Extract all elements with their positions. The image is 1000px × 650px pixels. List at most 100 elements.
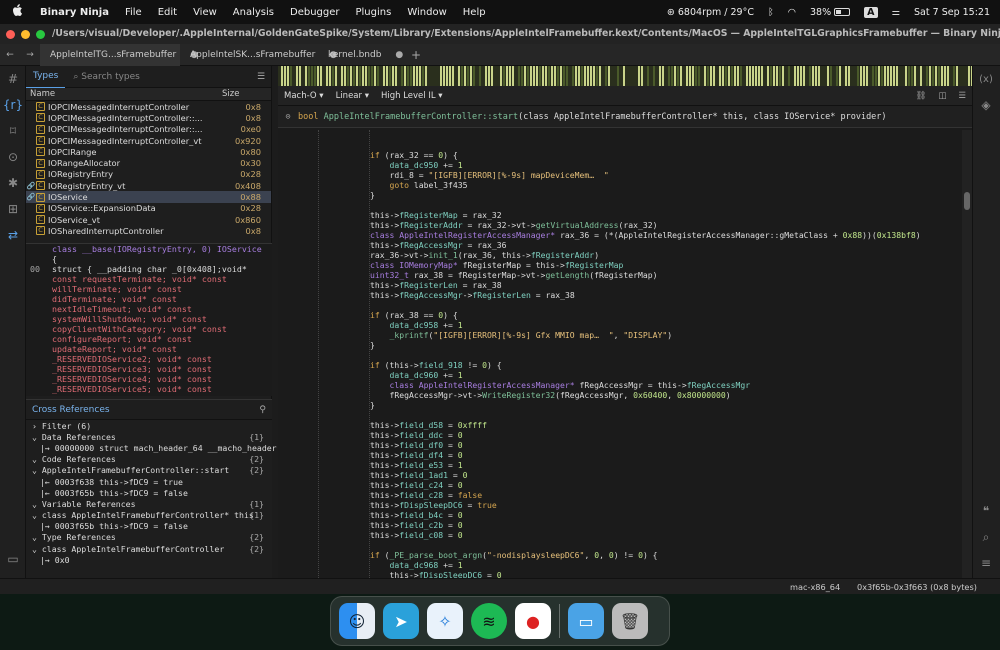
arch-status[interactable]: mac-x86_64 xyxy=(790,582,840,592)
view-menu-icon[interactable]: ☰ xyxy=(952,91,972,101)
folder-icon[interactable]: ▭ xyxy=(568,603,604,639)
xref-row[interactable]: ⌄ Type References {2} xyxy=(26,532,272,543)
type-row[interactable]: 🔗 C IOService 0x88 xyxy=(26,191,271,203)
cross-reference-icon[interactable]: ⇄ xyxy=(0,222,26,248)
tab-file-tgl[interactable]: AppleIntelTG...sFramebuffer ● xyxy=(40,43,198,66)
trash-icon[interactable]: 🗑 xyxy=(612,603,648,639)
xref-row[interactable]: › Filter (6) xyxy=(26,420,272,431)
bug-icon[interactable]: ✱ xyxy=(0,170,26,196)
apple-menu-icon[interactable] xyxy=(10,4,24,20)
type-row[interactable]: C IOSharedInterruptController 0x8 xyxy=(26,225,271,236)
clock[interactable]: Sat 7 Sep 15:21 xyxy=(914,7,990,18)
types-panel-title[interactable]: Types xyxy=(26,66,66,88)
menu-file[interactable]: File xyxy=(125,7,142,18)
hash-icon[interactable]: # xyxy=(0,66,26,92)
layers-icon[interactable]: ◈ xyxy=(973,92,999,118)
code-line[interactable] xyxy=(370,140,921,150)
zoom-window-button[interactable] xyxy=(36,29,45,39)
type-row[interactable]: C IOService_vt 0x860 xyxy=(26,214,271,225)
code-line[interactable]: this->field_c2b = 0 xyxy=(370,520,921,530)
menu-plugins[interactable]: Plugins xyxy=(356,7,392,18)
code-line[interactable] xyxy=(370,540,921,550)
code-line[interactable]: this->fRegisterMap = rax_32 xyxy=(370,210,921,220)
xref-row[interactable]: |← 0003f65b this->fDC9 = false xyxy=(26,487,272,498)
close-window-button[interactable] xyxy=(6,29,15,39)
code-line[interactable]: if (this->field_918 != 0) { xyxy=(370,360,921,370)
search-icon[interactable]: ⌕ xyxy=(973,524,999,550)
feature-map[interactable] xyxy=(278,66,972,86)
minimize-window-button[interactable] xyxy=(21,29,30,39)
code-line[interactable] xyxy=(370,200,921,210)
code-line[interactable]: class AppleIntelRegisterAccessManager* f… xyxy=(370,380,921,390)
code-line[interactable]: fRegAccessMgr->vt->WriteRegister32(fRegA… xyxy=(370,390,921,400)
type-row[interactable]: C IOPCIMessagedInterruptController 0x8 xyxy=(26,101,271,112)
input-source[interactable]: A xyxy=(864,6,878,18)
code-line[interactable]: this->fDispSleepDC6 = true xyxy=(370,500,921,510)
terminal-icon[interactable]: ▭ xyxy=(0,546,26,572)
telegram-icon[interactable]: ➤ xyxy=(383,603,419,639)
menu-debugger[interactable]: Debugger xyxy=(290,7,340,18)
bluetooth-icon[interactable]: ᛒ xyxy=(768,7,774,18)
menu-view[interactable]: View xyxy=(193,7,217,18)
finder-icon[interactable]: ☺ xyxy=(339,603,375,639)
tab-file-skl[interactable]: AppleIntelSK...sFramebuffer ● xyxy=(180,44,337,66)
code-line[interactable]: this->field_c24 = 0 xyxy=(370,480,921,490)
forward-arrow-icon[interactable]: → xyxy=(20,50,40,60)
xref-row[interactable]: |→ 0003f65b this->fDC9 = false xyxy=(26,521,272,532)
xref-row[interactable]: ⌄ class AppleIntelFramebufferController {… xyxy=(26,543,272,554)
col-size[interactable]: Size xyxy=(222,89,239,99)
xref-row[interactable]: ⌄ Variable References {1} xyxy=(26,498,272,509)
code-view[interactable]: if (rax_32 == 0) { data_dc950 += 1 rdi_8… xyxy=(278,130,962,594)
type-row[interactable]: C IOPCIMessagedInterruptController::... 0x… xyxy=(26,112,271,123)
type-row[interactable]: C IOPCIRange 0x80 xyxy=(26,146,271,157)
code-line[interactable]: this->field_b4c = 0 xyxy=(370,510,921,520)
code-line[interactable]: } xyxy=(370,190,921,200)
quote-icon[interactable]: ❝ xyxy=(973,498,999,524)
spotify-icon[interactable]: ≋ xyxy=(471,603,507,639)
tab-kernel[interactable]: kernel.bndb ● xyxy=(318,44,406,66)
location-pin-icon[interactable]: ⊙ xyxy=(0,144,26,170)
type-row[interactable]: C IOPCIMessagedInterruptController::... 0x… xyxy=(26,124,271,135)
code-line[interactable]: uint32_t rax_38 = fRegisterMap->vt->getL… xyxy=(370,270,921,280)
code-line[interactable]: this->field_df4 = 0 xyxy=(370,450,921,460)
code-line[interactable]: class IOMemoryMap* fRegisterMap = this->… xyxy=(370,260,921,270)
xref-row[interactable]: |← 0003f638 this->fDC9 = true xyxy=(26,476,272,487)
pin-icon[interactable]: ⚲ xyxy=(259,405,266,415)
menu-analysis[interactable]: Analysis xyxy=(233,7,274,18)
xref-row[interactable]: |→ 0x0 xyxy=(26,554,272,565)
type-row[interactable]: C IOService::ExpansionData 0x28 xyxy=(26,203,271,214)
vertical-scrollbar-thumb[interactable] xyxy=(964,192,970,210)
code-line[interactable]: _kprintf("[IGFB][ERROR][%-9s] Gfx MMIO m… xyxy=(370,330,921,340)
type-row[interactable]: C IOPCIMessagedInterruptController_vt 0x92… xyxy=(26,135,271,146)
split-view-icon[interactable]: ◫ xyxy=(932,91,952,101)
code-line[interactable]: data_dc960 += 1 xyxy=(370,370,921,380)
col-name[interactable]: Name xyxy=(30,89,222,99)
xref-row[interactable]: |→ 00000000 struct mach_header_64 __mach… xyxy=(26,442,277,453)
type-row[interactable]: C IORegistryEntry 0x28 xyxy=(26,169,271,180)
xref-row[interactable]: ⌄ Code References {2} xyxy=(26,454,272,465)
battery-status[interactable]: 38% xyxy=(810,7,851,18)
code-line[interactable]: data_dc968 += 1 xyxy=(370,560,921,570)
code-line[interactable]: this->field_1ad1 = 0 xyxy=(370,470,921,480)
xref-row[interactable]: ⌄ Data References {1} xyxy=(26,431,272,442)
code-line[interactable]: if (rax_32 == 0) { xyxy=(370,150,921,160)
vertical-scrollbar[interactable] xyxy=(962,130,972,594)
code-line[interactable] xyxy=(370,410,921,420)
code-line[interactable]: this->field_c28 = false xyxy=(370,490,921,500)
xref-row[interactable]: ⌄ class AppleIntelFramebufferController*… xyxy=(26,510,272,521)
control-center-icon[interactable]: ⚌ xyxy=(892,7,901,18)
code-line[interactable]: rdi_8 = "[IGFB][ERROR][%-9s] mapDeviceMe… xyxy=(370,170,921,180)
types-braces-icon[interactable]: {r} xyxy=(0,92,26,118)
type-row[interactable]: C IORangeAllocator 0x30 xyxy=(26,157,271,168)
code-line[interactable]: this->field_d58 = 0xffff xyxy=(370,420,921,430)
function-name[interactable]: AppleIntelFramebufferController::start xyxy=(324,112,518,122)
il-level-select[interactable]: High Level IL ▾ xyxy=(375,91,449,101)
code-line[interactable]: this->fRegAccessMgr = rax_36 xyxy=(370,240,921,250)
code-line[interactable]: } xyxy=(370,340,921,350)
wifi-icon[interactable]: ◠ xyxy=(788,7,796,18)
type-row[interactable]: 🔗 C IORegistryEntry_vt 0x408 xyxy=(26,180,271,191)
code-line[interactable]: data_dc958 += 1 xyxy=(370,320,921,330)
code-line[interactable]: goto label_3f435 xyxy=(370,180,921,190)
code-line[interactable]: if (_PE_parse_boot_argn("-nodisplaysleep… xyxy=(370,550,921,560)
safari-icon[interactable]: ✧ xyxy=(427,603,463,639)
